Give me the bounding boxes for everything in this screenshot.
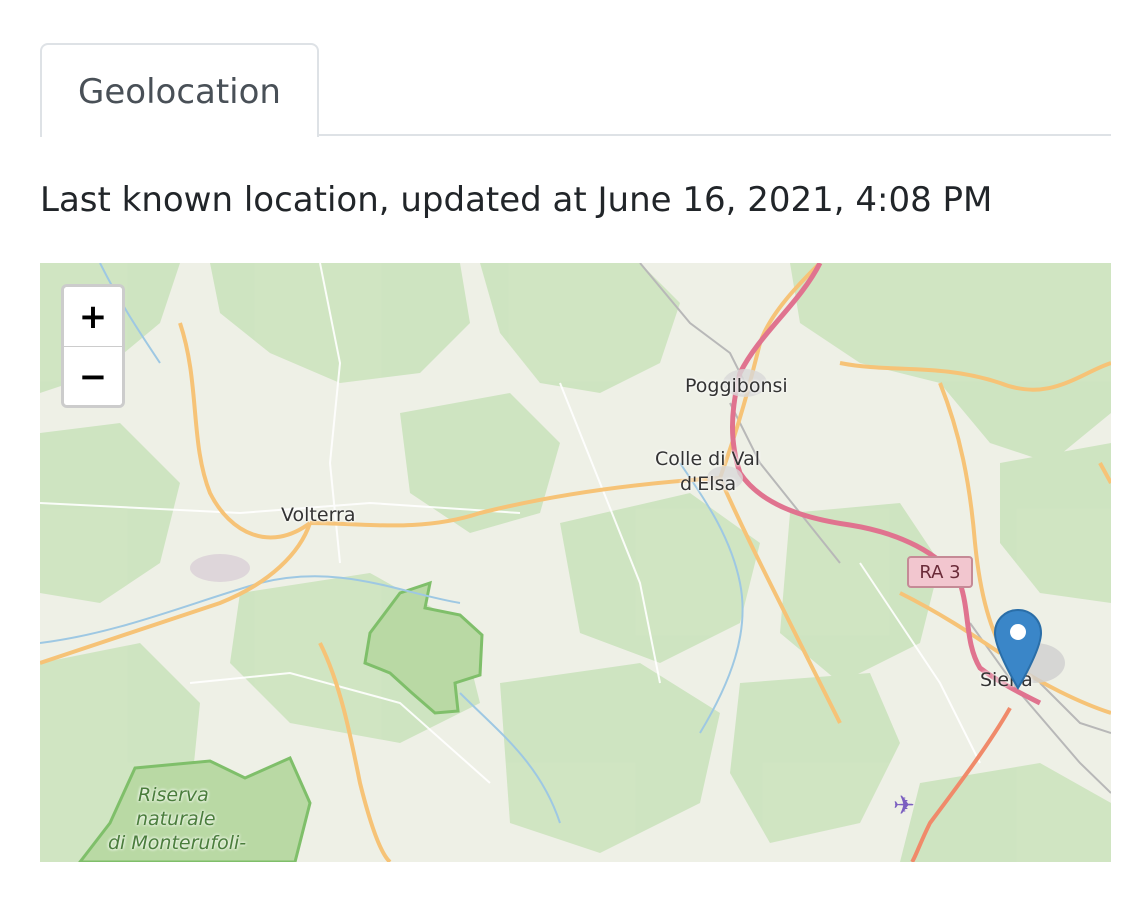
place-label-volterra: Volterra [281,504,356,526]
tab-bar: Geolocation [40,43,1111,137]
place-label-riserva-line3: di Monterufoli- [108,832,247,854]
map-view[interactable]: ✈ Poggibonsi Colle di Val d'Elsa Volterr… [40,263,1111,862]
place-label-riserva-line1: Riserva [138,784,209,806]
road-shield-ra3: RA 3 [907,556,973,588]
tab-geolocation-label: Geolocation [78,72,281,112]
place-label-colle-line1: Colle di Val [655,448,761,470]
place-label-poggibonsi: Poggibonsi [685,375,788,397]
zoom-control: + − [61,284,125,408]
place-label-riserva-line2: naturale [136,808,216,830]
location-marker-icon[interactable] [993,608,1043,690]
tab-geolocation[interactable]: Geolocation [40,43,319,137]
place-label-colle-line2: d'Elsa [680,473,737,495]
zoom-in-button[interactable]: + [64,287,122,346]
zoom-out-button[interactable]: − [64,346,122,405]
last-location-text: Last known location, updated at June 16,… [40,180,993,220]
svg-text:✈: ✈ [893,791,915,821]
